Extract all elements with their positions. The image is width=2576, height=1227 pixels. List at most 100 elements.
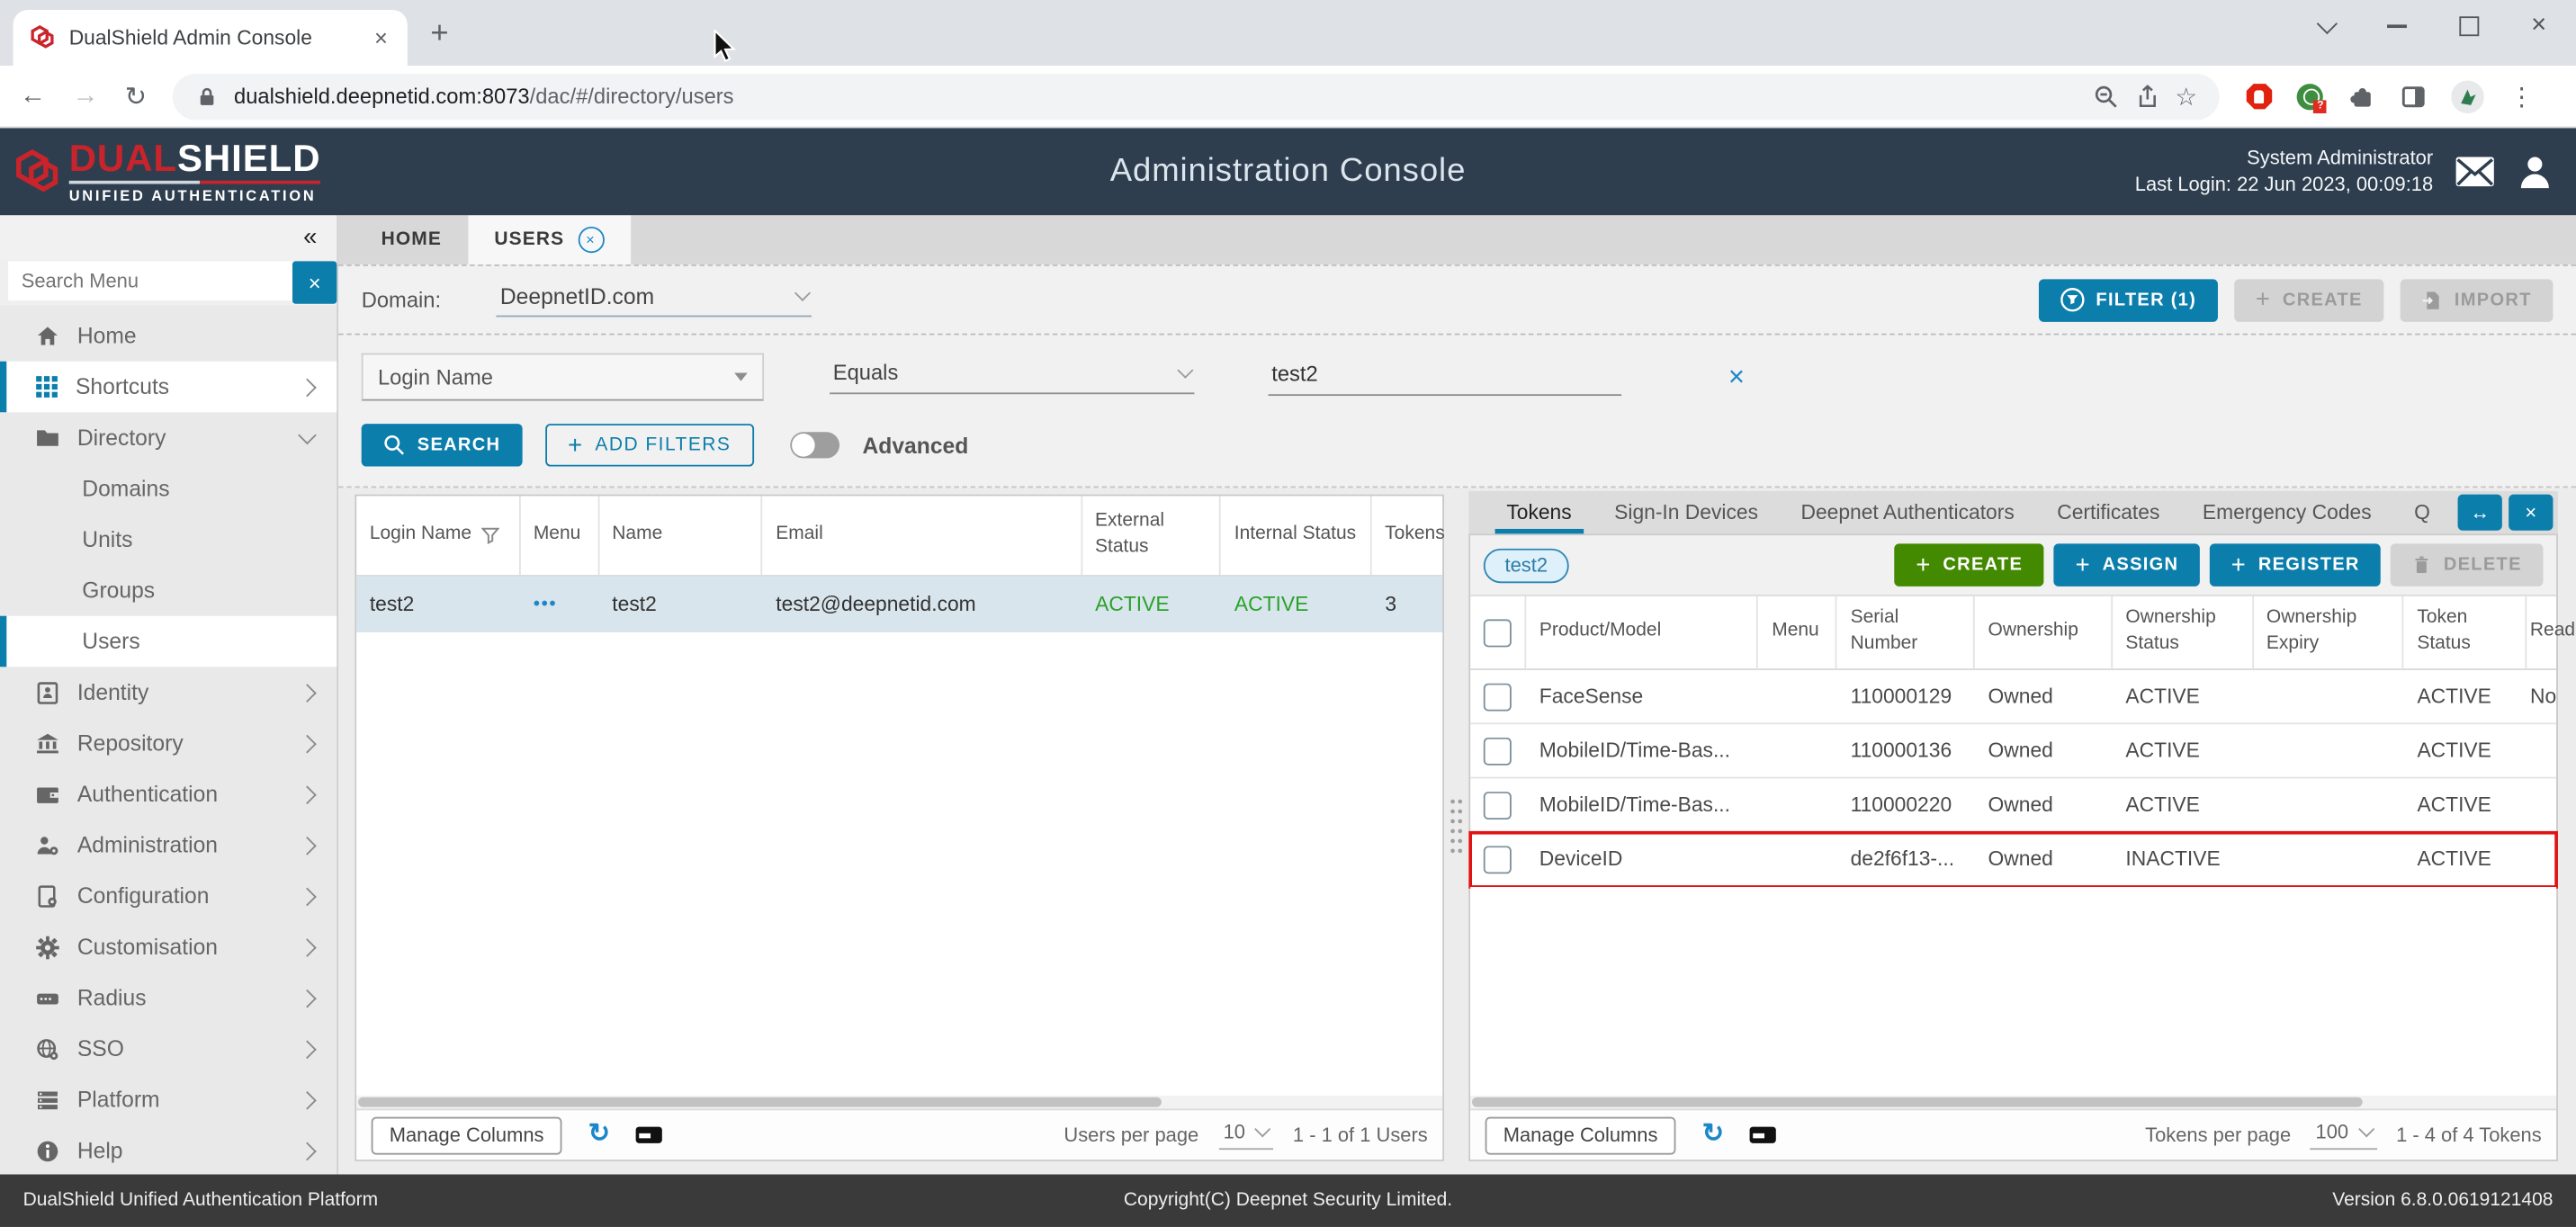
- zoom-out-icon[interactable]: [2093, 83, 2119, 109]
- select-all-checkbox[interactable]: [1470, 596, 1526, 668]
- sidebar-item-administration[interactable]: Administration: [0, 819, 337, 871]
- token-row[interactable]: MobileID/Time-Bas... 110000220 Owned ACT…: [1470, 778, 2556, 832]
- tab-close-icon[interactable]: ×: [368, 24, 395, 50]
- horizontal-scrollbar[interactable]: [1470, 1096, 2556, 1109]
- tab-certificates[interactable]: Certificates: [2035, 491, 2181, 533]
- bookmark-star-icon[interactable]: ☆: [2175, 81, 2197, 111]
- filter-value-input[interactable]: [1269, 359, 1629, 387]
- sidebar-item-repository[interactable]: Repository: [0, 718, 337, 769]
- filter-operator-select[interactable]: Equals: [830, 360, 1194, 394]
- refresh-icon[interactable]: ↻: [1702, 1122, 1724, 1148]
- tab-truncated[interactable]: Q: [2392, 491, 2451, 533]
- expand-panel-icon[interactable]: ↔: [2458, 495, 2502, 531]
- sidebar-item-platform[interactable]: Platform: [0, 1074, 337, 1125]
- column-header-read[interactable]: Read: [2527, 596, 2556, 668]
- token-row[interactable]: FaceSense 110000129 Owned ACTIVE ACTIVE …: [1470, 670, 2556, 724]
- remove-filter-icon[interactable]: ×: [1728, 363, 1745, 391]
- close-panel-icon[interactable]: ×: [2509, 495, 2553, 531]
- column-header-ownership-expiry[interactable]: Ownership Expiry: [2253, 596, 2403, 668]
- horizontal-scrollbar[interactable]: [356, 1096, 1442, 1109]
- sidebar-item-customisation[interactable]: Customisation: [0, 921, 337, 972]
- keepass-extension-icon[interactable]: ?: [2297, 83, 2323, 109]
- scrollbar-thumb[interactable]: [1472, 1097, 2363, 1107]
- collapse-sidebar-icon[interactable]: «: [303, 223, 317, 251]
- column-header-serial-number[interactable]: Serial Number: [1837, 596, 1975, 668]
- sidebar-item-authentication[interactable]: Authentication: [0, 769, 337, 820]
- create-token-button[interactable]: + CREATE: [1895, 543, 2044, 586]
- maximize-icon[interactable]: [2459, 16, 2479, 36]
- compact-view-icon[interactable]: [636, 1127, 662, 1143]
- sidebar-item-groups[interactable]: Groups: [0, 565, 337, 616]
- pane-divider[interactable]: [1444, 491, 1468, 1161]
- address-bar[interactable]: dualshield.deepnetid.com:8073/dac/#/dire…: [173, 73, 2220, 119]
- sidebar-item-shortcuts[interactable]: Shortcuts: [0, 362, 337, 413]
- drag-handle-icon[interactable]: [1449, 797, 1463, 856]
- refresh-icon[interactable]: ↻: [588, 1122, 610, 1148]
- user-profile-icon[interactable]: [2517, 154, 2553, 190]
- scrollbar-thumb[interactable]: [358, 1097, 1162, 1107]
- filter-button[interactable]: FILTER (1): [2038, 278, 2217, 320]
- back-icon[interactable]: ←: [20, 81, 46, 111]
- search-button[interactable]: SEARCH: [362, 424, 522, 466]
- clear-search-button[interactable]: ×: [292, 261, 337, 303]
- advanced-toggle[interactable]: [790, 432, 839, 458]
- sidebar-item-configuration[interactable]: Configuration: [0, 871, 337, 922]
- window-close-icon[interactable]: ×: [2531, 13, 2546, 40]
- sidebar-item-users[interactable]: Users: [0, 616, 337, 667]
- column-header-internal-status[interactable]: Internal Status: [1221, 496, 1371, 575]
- menu-search-input[interactable]: [8, 261, 292, 300]
- tab-sign-in-devices[interactable]: Sign-In Devices: [1593, 491, 1779, 533]
- column-header-external-status[interactable]: External Status: [1082, 496, 1221, 575]
- share-icon[interactable]: [2134, 83, 2160, 109]
- tab-home[interactable]: HOME: [355, 215, 468, 264]
- sidebar-item-directory[interactable]: Directory: [0, 412, 337, 463]
- row-checkbox[interactable]: [1470, 845, 1526, 873]
- forward-icon[interactable]: →: [72, 81, 98, 111]
- sidebar-item-identity[interactable]: Identity: [0, 667, 337, 718]
- add-filters-button[interactable]: + ADD FILTERS: [545, 424, 754, 466]
- row-checkbox[interactable]: [1470, 791, 1526, 819]
- filter-funnel-icon[interactable]: [481, 526, 499, 544]
- sidebar-item-radius[interactable]: Radius: [0, 972, 337, 1024]
- per-page-select[interactable]: 10: [1218, 1120, 1273, 1150]
- column-header-product-model[interactable]: Product/Model: [1526, 596, 1758, 668]
- tab-close-icon[interactable]: ×: [578, 227, 604, 253]
- row-menu-icon[interactable]: •••: [520, 595, 598, 614]
- sidebar-item-home[interactable]: Home: [0, 310, 337, 362]
- compact-view-icon[interactable]: [1750, 1127, 1776, 1143]
- profile-avatar[interactable]: [2452, 80, 2485, 113]
- browser-menu-icon[interactable]: ⋮: [2509, 81, 2534, 111]
- column-header-login-name[interactable]: Login Name: [356, 496, 520, 575]
- row-checkbox[interactable]: [1470, 737, 1526, 765]
- user-chip[interactable]: test2: [1484, 548, 1569, 582]
- reload-icon[interactable]: ↻: [125, 80, 147, 113]
- sidebar-item-sso[interactable]: SSO: [0, 1024, 337, 1075]
- column-header-token-status[interactable]: Token Status: [2404, 596, 2527, 668]
- token-row-highlighted[interactable]: DeviceID de2f6f13-... Owned INACTIVE ACT…: [1470, 833, 2556, 887]
- tab-search-icon[interactable]: [2316, 13, 2337, 33]
- extensions-puzzle-icon[interactable]: [2348, 82, 2376, 110]
- column-header-name[interactable]: Name: [599, 496, 763, 575]
- column-header-menu[interactable]: Menu: [520, 496, 598, 575]
- register-token-button[interactable]: + REGISTER: [2210, 543, 2381, 586]
- mail-icon[interactable]: [2453, 155, 2497, 189]
- sidebar-item-help[interactable]: Help: [0, 1125, 337, 1175]
- sidebar-item-units[interactable]: Units: [0, 515, 337, 566]
- create-user-button[interactable]: + CREATE: [2234, 278, 2383, 320]
- new-tab-button[interactable]: +: [430, 18, 448, 49]
- import-button[interactable]: IMPORT: [2401, 278, 2554, 320]
- row-checkbox[interactable]: [1470, 683, 1526, 711]
- column-header-menu[interactable]: Menu: [1759, 596, 1837, 668]
- column-header-email[interactable]: Email: [763, 496, 1082, 575]
- manage-columns-button[interactable]: Manage Columns: [372, 1116, 562, 1154]
- side-panel-icon[interactable]: [2401, 83, 2427, 109]
- manage-columns-button[interactable]: Manage Columns: [1485, 1116, 1676, 1154]
- tab-tokens[interactable]: Tokens: [1485, 491, 1593, 533]
- assign-token-button[interactable]: + ASSIGN: [2054, 543, 2200, 586]
- column-header-ownership[interactable]: Ownership: [1975, 596, 2113, 668]
- delete-token-button[interactable]: DELETE: [2391, 543, 2543, 586]
- column-header-ownership-status[interactable]: Ownership Status: [2113, 596, 2254, 668]
- browser-tab[interactable]: DualShield Admin Console ×: [13, 10, 408, 66]
- domain-select[interactable]: DeepnetID.com: [497, 283, 812, 317]
- minimize-icon[interactable]: [2386, 25, 2406, 28]
